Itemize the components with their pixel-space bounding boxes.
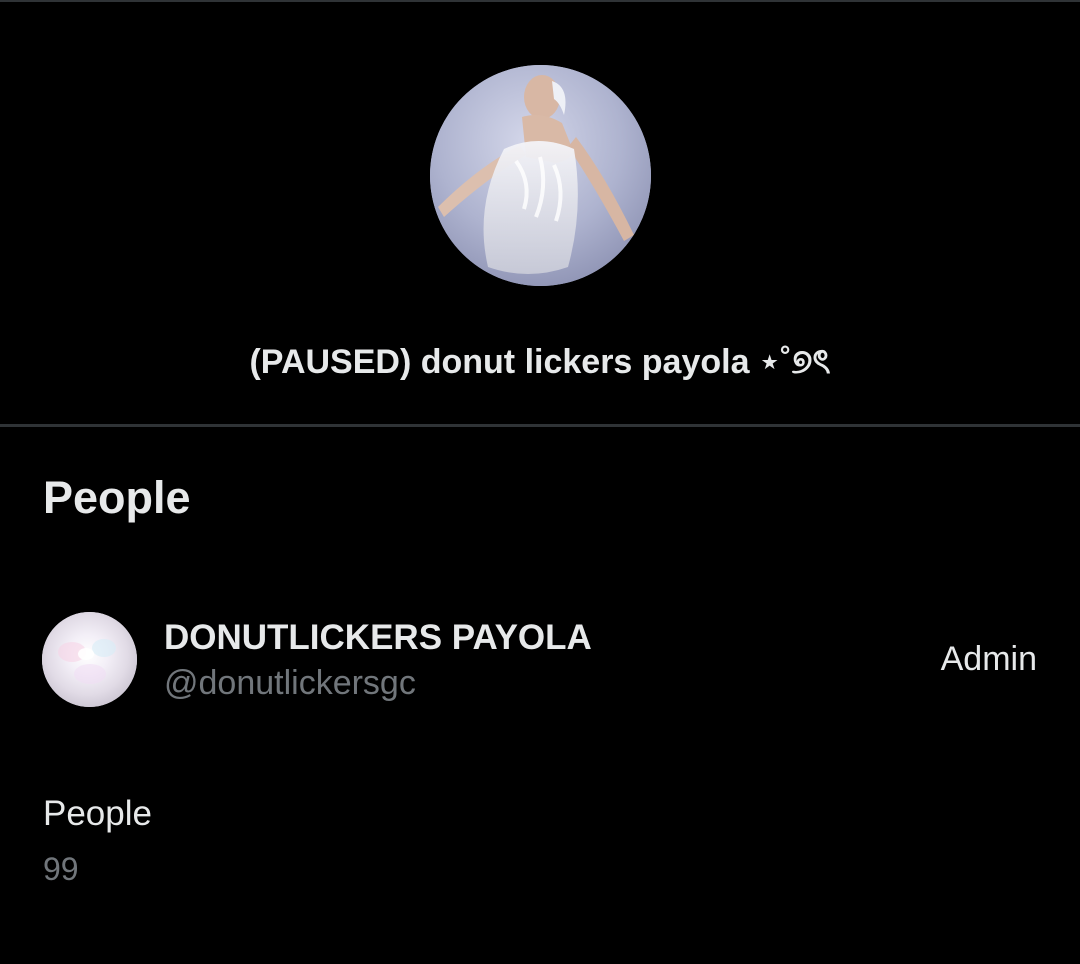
member-avatar[interactable] bbox=[42, 612, 137, 707]
people-count-value: 99 bbox=[43, 851, 79, 887]
group-avatar-image bbox=[430, 65, 651, 286]
section-divider bbox=[0, 424, 1080, 427]
member-display-name: DONUTLICKERS PAYOLA bbox=[164, 618, 592, 657]
member-row[interactable]: DONUTLICKERS PAYOLA @donutlickersgc Admi… bbox=[0, 600, 1080, 718]
member-handle: @donutlickersgc bbox=[164, 664, 416, 702]
people-heading: People bbox=[43, 472, 191, 523]
member-role-badge: Admin bbox=[940, 640, 1037, 678]
group-title: (PAUSED) donut lickers payola ⋆˚୭ৎ bbox=[249, 343, 831, 381]
people-count-label: People bbox=[43, 794, 152, 833]
group-avatar[interactable] bbox=[430, 65, 651, 286]
group-header: (PAUSED) donut lickers payola ⋆˚୭ৎ bbox=[0, 2, 1080, 424]
member-avatar-image bbox=[42, 612, 137, 707]
